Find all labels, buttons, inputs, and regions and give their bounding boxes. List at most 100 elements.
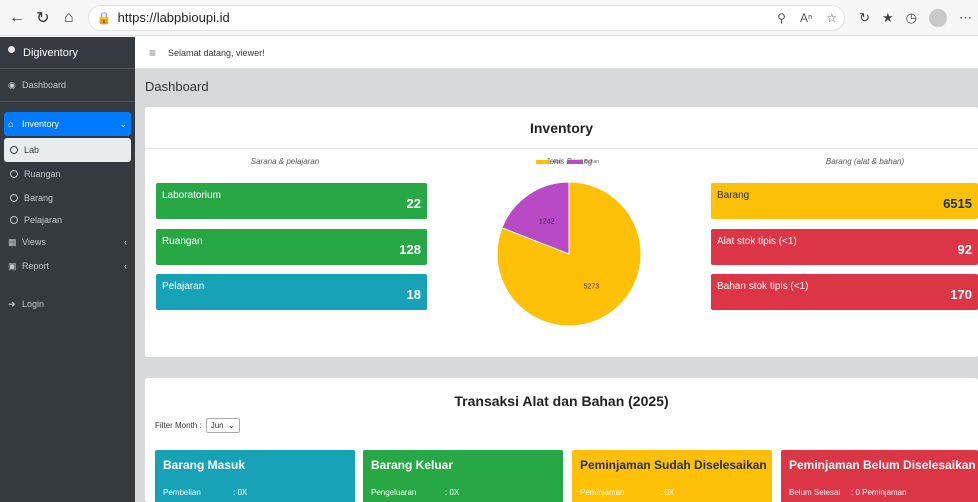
circle-icon xyxy=(10,194,18,202)
circle-icon xyxy=(10,216,18,224)
box-barang-keluar[interactable]: Barang Keluar Pengeluaran : 0X xyxy=(363,450,563,502)
stat-label: Barang xyxy=(717,190,750,201)
dashboard-gauge-icon: ◉ xyxy=(8,79,16,90)
box-barang-masuk[interactable]: Barang Masuk Pembelian : 0X xyxy=(155,450,355,502)
page-title: Dashboard xyxy=(145,79,209,94)
profile-avatar[interactable] xyxy=(929,8,947,27)
box-value: : 0X xyxy=(660,488,675,497)
browser-toolbar: ← ↻ ⌂ 🔒 https://labpbioupi.id ⚲ Aⁿ ☆ ↻ ★… xyxy=(0,0,978,36)
zoom-icon[interactable]: ⚲ xyxy=(777,11,786,25)
pie-data-label: 5273 xyxy=(584,284,600,291)
stat-label: Bahan stok tipis (<1) xyxy=(717,281,809,292)
more-menu-icon[interactable]: ⋯ xyxy=(959,10,972,26)
circle-icon xyxy=(10,146,18,154)
reload-icon[interactable]: ↻ xyxy=(30,5,56,31)
sidebar-item-dashboard[interactable]: ◉ Dashboard xyxy=(0,73,135,97)
favorites-icon[interactable]: ★ xyxy=(882,10,894,26)
sidebar-item-inventory[interactable]: ⌂ Inventory ⌄ xyxy=(4,112,131,136)
col-title-barang: Barang (alat & bahan) xyxy=(825,157,905,166)
stat-bahan-stok-tipis[interactable]: Bahan stok tipis (<1) 170 xyxy=(711,274,978,310)
chevron-left-icon: ‹ xyxy=(124,261,127,271)
pie-data-label: 1242 xyxy=(539,218,555,225)
box-title: Peminjaman Sudah Diselesaikan xyxy=(580,458,767,472)
stat-pelajaran[interactable]: Pelajaran 18 xyxy=(156,274,427,310)
home-icon: ⌂ xyxy=(8,119,14,129)
sidebar-item-ruangan[interactable]: Ruangan xyxy=(0,162,135,186)
stat-label: Ruangan xyxy=(162,236,203,247)
main-content: Dashboard Inventory Sarana & pelajaran J… xyxy=(135,69,978,502)
transaksi-title: Transaksi Alat dan Bahan (2025) xyxy=(454,393,669,409)
sidebar-item-label: Report xyxy=(22,261,50,271)
sidebar-item-views[interactable]: ▦ Views ‹ xyxy=(0,230,135,254)
box-value: : 0X xyxy=(233,488,248,497)
read-aloud-icon[interactable]: Aⁿ xyxy=(800,11,812,25)
chevron-down-icon: ⌄ xyxy=(225,421,235,430)
hamburger-menu-icon[interactable]: ≡ xyxy=(149,46,156,60)
stat-barang[interactable]: Barang 6515 xyxy=(711,183,978,219)
transaksi-card: Transaksi Alat dan Bahan (2025) Filter M… xyxy=(145,378,978,502)
book-icon: ▣ xyxy=(8,260,17,271)
sidebar-item-label: Ruangan xyxy=(24,169,61,179)
sidebar-item-label: Barang xyxy=(24,193,54,203)
stat-value: 18 xyxy=(406,287,421,302)
stat-label: Pelajaran xyxy=(162,281,205,292)
login-arrow-icon: ➜ xyxy=(8,298,16,309)
stat-label: Alat stok tipis (<1) xyxy=(717,236,797,247)
sidebar-item-report[interactable]: ▣ Report ‹ xyxy=(0,254,135,278)
address-bar[interactable]: 🔒 https://labpbioupi.id ⚲ Aⁿ ☆ xyxy=(87,4,846,31)
sidebar-item-label: Pelajaran xyxy=(24,215,63,225)
stat-ruangan[interactable]: Ruangan 128 xyxy=(156,229,427,265)
url-text: https://labpbioupi.id xyxy=(117,10,230,25)
box-label: Peminjaman xyxy=(580,488,625,497)
box-title: Barang Masuk xyxy=(163,458,246,472)
sidebar-item-pelajaran[interactable]: Pelajaran xyxy=(0,210,135,230)
box-title: Barang Keluar xyxy=(371,458,454,472)
box-title: Peminjaman Belum Diselesaikan xyxy=(789,458,976,472)
top-navbar: ≡ Selamat datang, viewer! xyxy=(135,37,978,69)
chevron-down-icon: ⌄ xyxy=(119,118,127,129)
box-peminjaman-selesai[interactable]: Peminjaman Sudah Diselesaikan Peminjaman… xyxy=(572,450,772,502)
box-label: Pembelian xyxy=(163,488,201,497)
box-label: Belum Selesai xyxy=(789,488,841,497)
brand-logo[interactable]: Digiventory xyxy=(0,37,135,69)
favorite-star-icon[interactable]: ☆ xyxy=(826,11,837,25)
stat-value: 170 xyxy=(950,287,972,302)
sidebar-item-login[interactable]: ➜ Login xyxy=(0,292,135,316)
back-icon[interactable]: ← xyxy=(4,5,30,31)
sidebar-item-barang[interactable]: Barang xyxy=(0,186,135,210)
sidebar-item-label: Login xyxy=(22,299,45,309)
box-peminjaman-belum-selesai[interactable]: Peminjaman Belum Diselesaikan Belum Sele… xyxy=(781,450,978,502)
welcome-text: Selamat datang, viewer! xyxy=(168,47,265,58)
brand-name: Digiventory xyxy=(23,46,79,59)
table-icon: ▦ xyxy=(8,236,17,247)
box-label: Pengeluaran xyxy=(371,488,417,497)
stat-value: 128 xyxy=(399,242,421,257)
col-title-sarana: Sarana & pelajaran xyxy=(250,157,320,166)
lock-icon: 🔒 xyxy=(96,10,112,25)
chevron-left-icon: ‹ xyxy=(124,237,127,247)
inventory-title: Inventory xyxy=(145,107,978,149)
brand-icon xyxy=(8,46,15,53)
sidebar-item-label: Inventory xyxy=(22,119,60,129)
circle-icon xyxy=(10,170,18,178)
filter-month: Filter Month : Jun ⌄ xyxy=(155,418,240,433)
inventory-card: Inventory Sarana & pelajaran Jenis Baran… xyxy=(145,107,978,357)
stat-value: 6515 xyxy=(943,196,972,211)
month-select-value: Jun xyxy=(210,421,224,430)
extensions-icon[interactable]: ↻ xyxy=(859,10,870,26)
month-select[interactable]: Jun ⌄ xyxy=(205,418,240,433)
sidebar-item-label: Views xyxy=(22,237,46,247)
stat-alat-stok-tipis[interactable]: Alat stok tipis (<1) 92 xyxy=(711,229,978,265)
pie-chart: 5273 1242 xyxy=(496,164,642,344)
filter-label: Filter Month : xyxy=(155,421,202,430)
history-icon[interactable]: ◷ xyxy=(906,10,917,26)
sidebar-item-label: Lab xyxy=(24,145,40,155)
home-icon[interactable]: ⌂ xyxy=(56,5,82,31)
stat-value: 22 xyxy=(406,196,421,211)
stat-laboratorium[interactable]: Laboratorium 22 xyxy=(156,183,427,219)
stat-value: 92 xyxy=(957,242,972,257)
box-value: : 0 Peminjaman xyxy=(851,488,907,497)
stat-label: Laboratorium xyxy=(162,190,221,201)
sidebar-item-label: Dashboard xyxy=(22,80,67,90)
sidebar-item-lab[interactable]: Lab xyxy=(4,138,131,162)
